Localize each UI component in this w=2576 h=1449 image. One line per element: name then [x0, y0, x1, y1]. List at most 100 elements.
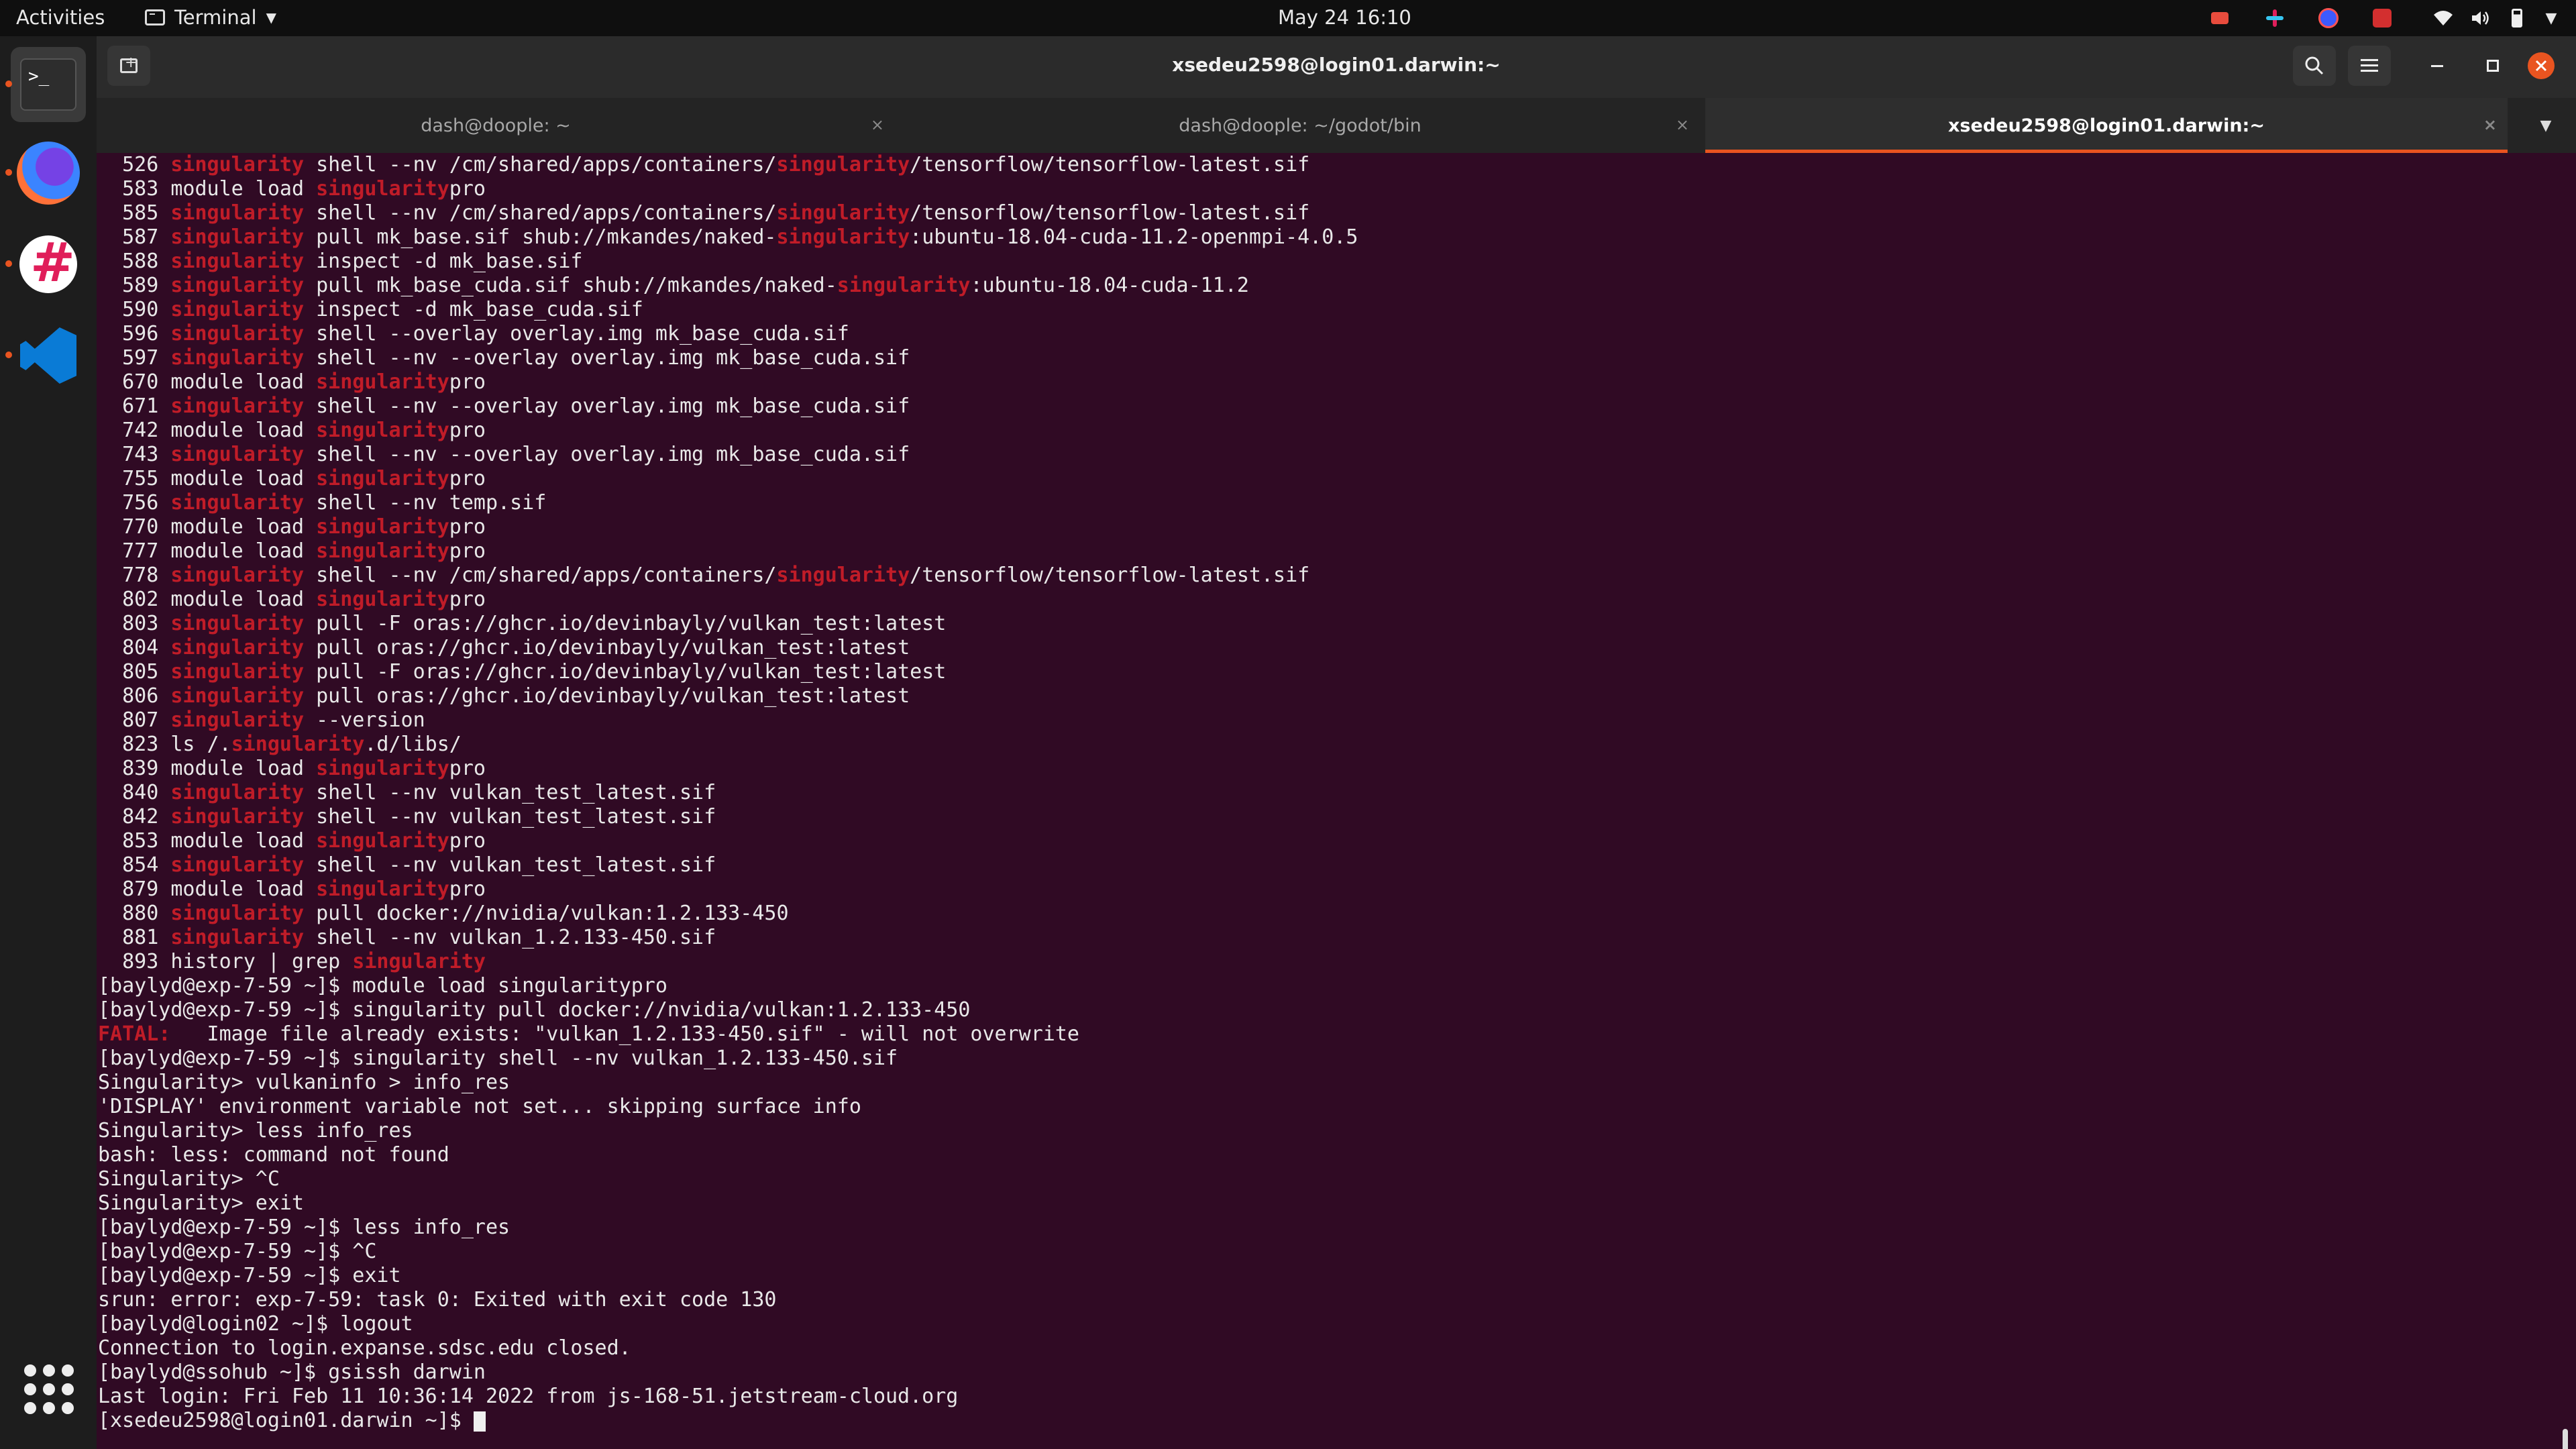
- terminal-text: shell --nv /cm/shared/apps/containers/: [304, 564, 777, 587]
- tab-label: xsedeu2598@login01.darwin:~: [1948, 115, 2265, 136]
- search-icon: [2305, 56, 2324, 75]
- terminal-line: 743 singularity shell --nv --overlay ove…: [98, 443, 1358, 467]
- terminal-text: shell --nv --overlay overlay.img mk_base…: [304, 394, 910, 418]
- tab-dash-godot-bin[interactable]: dash@doople: ~/godot/bin ×: [900, 98, 1700, 153]
- tab-label: dash@doople: ~: [421, 115, 571, 136]
- dock-vscode[interactable]: [5, 318, 86, 393]
- terminal-text: [baylyd@exp-7-59 ~]$ module load singula…: [98, 974, 667, 998]
- chevron-down-icon: ▼: [266, 9, 276, 25]
- search-button[interactable]: [2293, 46, 2336, 86]
- top-bar: Activities Terminal ▼ May 24 16:10 ▼: [0, 0, 2576, 36]
- highlighted-match: singularity: [170, 250, 305, 273]
- highlighted-match: singularity: [316, 467, 449, 490]
- app-menu[interactable]: Terminal ▼: [145, 6, 276, 29]
- dock-terminal[interactable]: >_: [5, 47, 86, 122]
- close-window-button[interactable]: [2528, 52, 2555, 79]
- hamburger-menu-icon: [2361, 59, 2378, 72]
- terminal-line: bash: less: command not found: [98, 1143, 1358, 1167]
- tab-xsedeu-darwin[interactable]: xsedeu2598@login01.darwin:~ ×: [1705, 98, 2508, 153]
- terminal-line: [baylyd@login02 ~]$ logout: [98, 1312, 1358, 1336]
- hamburger-menu-button[interactable]: [2348, 46, 2391, 86]
- terminal-text: 671: [98, 394, 171, 418]
- slack-tray-icon[interactable]: [2263, 7, 2286, 30]
- terminal-text: 806: [98, 684, 171, 708]
- terminal-text: pull docker://nvidia/vulkan:1.2.133-450: [304, 902, 789, 925]
- window-title: xsedeu2598@login01.darwin:~: [1172, 54, 1501, 76]
- volume-icon[interactable]: [2469, 7, 2492, 30]
- restore-icon: [2487, 60, 2499, 72]
- highlighted-match: singularity: [170, 612, 305, 635]
- terminal-line: 755 module load singularitypro: [98, 467, 1358, 491]
- terminal-text: .d/libs/: [364, 733, 462, 756]
- terminal-line: [baylyd@exp-7-59 ~]$ exit: [98, 1264, 1358, 1288]
- terminal-text: 853 module load: [98, 829, 317, 853]
- terminal-text: pro: [449, 467, 486, 490]
- terminal-text: shell --nv temp.sif: [304, 491, 547, 515]
- terminal-text: [baylyd@exp-7-59 ~]$ singularity shell -…: [98, 1046, 898, 1070]
- terminal-line: 802 module load singularitypro: [98, 588, 1358, 612]
- screen-record-icon[interactable]: [2208, 7, 2231, 30]
- highlighted-match: singularity: [170, 153, 305, 176]
- terminal-text: 879 module load: [98, 877, 317, 901]
- system-menu-chevron-icon[interactable]: ▼: [2540, 7, 2563, 30]
- firefox-tray-icon[interactable]: [2317, 7, 2340, 30]
- app-tray-icon[interactable]: [2371, 7, 2394, 30]
- terminal-text: 742 module load: [98, 419, 317, 442]
- activities-button[interactable]: Activities: [16, 6, 105, 29]
- terminal-text: 596: [98, 322, 171, 345]
- terminal-text: pro: [449, 370, 486, 394]
- terminal-line: [baylyd@ssohub ~]$ gsissh darwin: [98, 1360, 1358, 1385]
- app-menu-label: Terminal: [174, 6, 257, 29]
- terminal-text: /tensorflow/tensorflow-latest.sif: [910, 201, 1310, 225]
- terminal-text: [baylyd@exp-7-59 ~]$ ^C: [98, 1240, 377, 1263]
- highlighted-match: singularity: [170, 443, 305, 466]
- terminal-text: 'DISPLAY' environment variable not set..…: [98, 1095, 861, 1118]
- tab-close-icon[interactable]: ×: [1676, 115, 1689, 134]
- highlighted-match: singularity: [776, 225, 910, 249]
- terminal-text: 670 module load: [98, 370, 317, 394]
- terminal-text: 807: [98, 708, 171, 732]
- tab-bar: dash@doople: ~ × dash@doople: ~/godot/bi…: [97, 98, 2576, 153]
- terminal-line: 881 singularity shell --nv vulkan_1.2.13…: [98, 926, 1358, 950]
- terminal-window: xsedeu2598@login01.darwin:~ dash@doople:…: [97, 36, 2576, 1449]
- terminal-line: [baylyd@exp-7-59 ~]$ less info_res: [98, 1216, 1358, 1240]
- tab-dash-home[interactable]: dash@doople: ~ ×: [97, 98, 895, 153]
- wifi-icon[interactable]: [2432, 7, 2455, 30]
- show-applications-icon[interactable]: [24, 1364, 74, 1414]
- minimize-button[interactable]: [2416, 46, 2459, 86]
- terminal-text: [baylyd@exp-7-59 ~]$ less info_res: [98, 1216, 511, 1239]
- highlighted-match: singularity: [231, 733, 365, 756]
- terminal-text: Singularity> exit: [98, 1191, 305, 1215]
- terminal-text: pro: [449, 588, 486, 611]
- terminal-line: 597 singularity shell --nv --overlay ove…: [98, 346, 1358, 370]
- clock[interactable]: May 24 16:10: [1278, 6, 1411, 29]
- terminal-line: 589 singularity pull mk_base_cuda.sif sh…: [98, 274, 1358, 298]
- highlighted-match: singularity: [776, 201, 910, 225]
- tab-close-icon[interactable]: ×: [871, 115, 884, 134]
- highlighted-match: singularity: [170, 805, 305, 828]
- close-icon: [2535, 60, 2547, 72]
- terminal-line: 839 module load singularitypro: [98, 757, 1358, 781]
- terminal-text: inspect -d mk_base_cuda.sif: [304, 298, 643, 321]
- terminal-line: 854 singularity shell --nv vulkan_test_l…: [98, 853, 1358, 877]
- terminal-line: [baylyd@exp-7-59 ~]$ singularity pull do…: [98, 998, 1358, 1022]
- terminal-lines: 526 singularity shell --nv /cm/shared/ap…: [98, 153, 1358, 1433]
- terminal-text: 839 module load: [98, 757, 317, 780]
- terminal-output[interactable]: 526 singularity shell --nv /cm/shared/ap…: [97, 153, 2576, 1449]
- terminal-text: 840: [98, 781, 171, 804]
- tab-list-chevron-icon[interactable]: ▼: [2516, 98, 2576, 153]
- terminal-text: 743: [98, 443, 171, 466]
- dock-slack[interactable]: [5, 227, 86, 302]
- terminal-icon: >_: [20, 58, 76, 111]
- terminal-text: [baylyd@exp-7-59 ~]$ singularity pull do…: [98, 998, 971, 1022]
- terminal-text: 526: [98, 153, 171, 176]
- terminal-text: pull -F oras://ghcr.io/devinbayly/vulkan…: [304, 612, 947, 635]
- battery-icon[interactable]: [2506, 7, 2528, 30]
- tab-close-icon[interactable]: ×: [2483, 115, 2497, 134]
- maximize-button[interactable]: [2471, 46, 2514, 86]
- scrollbar[interactable]: [2563, 1429, 2568, 1449]
- highlighted-match: singularity: [316, 877, 449, 901]
- dock-firefox[interactable]: [5, 136, 86, 211]
- terminal-text: 583 module load: [98, 177, 317, 201]
- slack-icon: [19, 231, 77, 294]
